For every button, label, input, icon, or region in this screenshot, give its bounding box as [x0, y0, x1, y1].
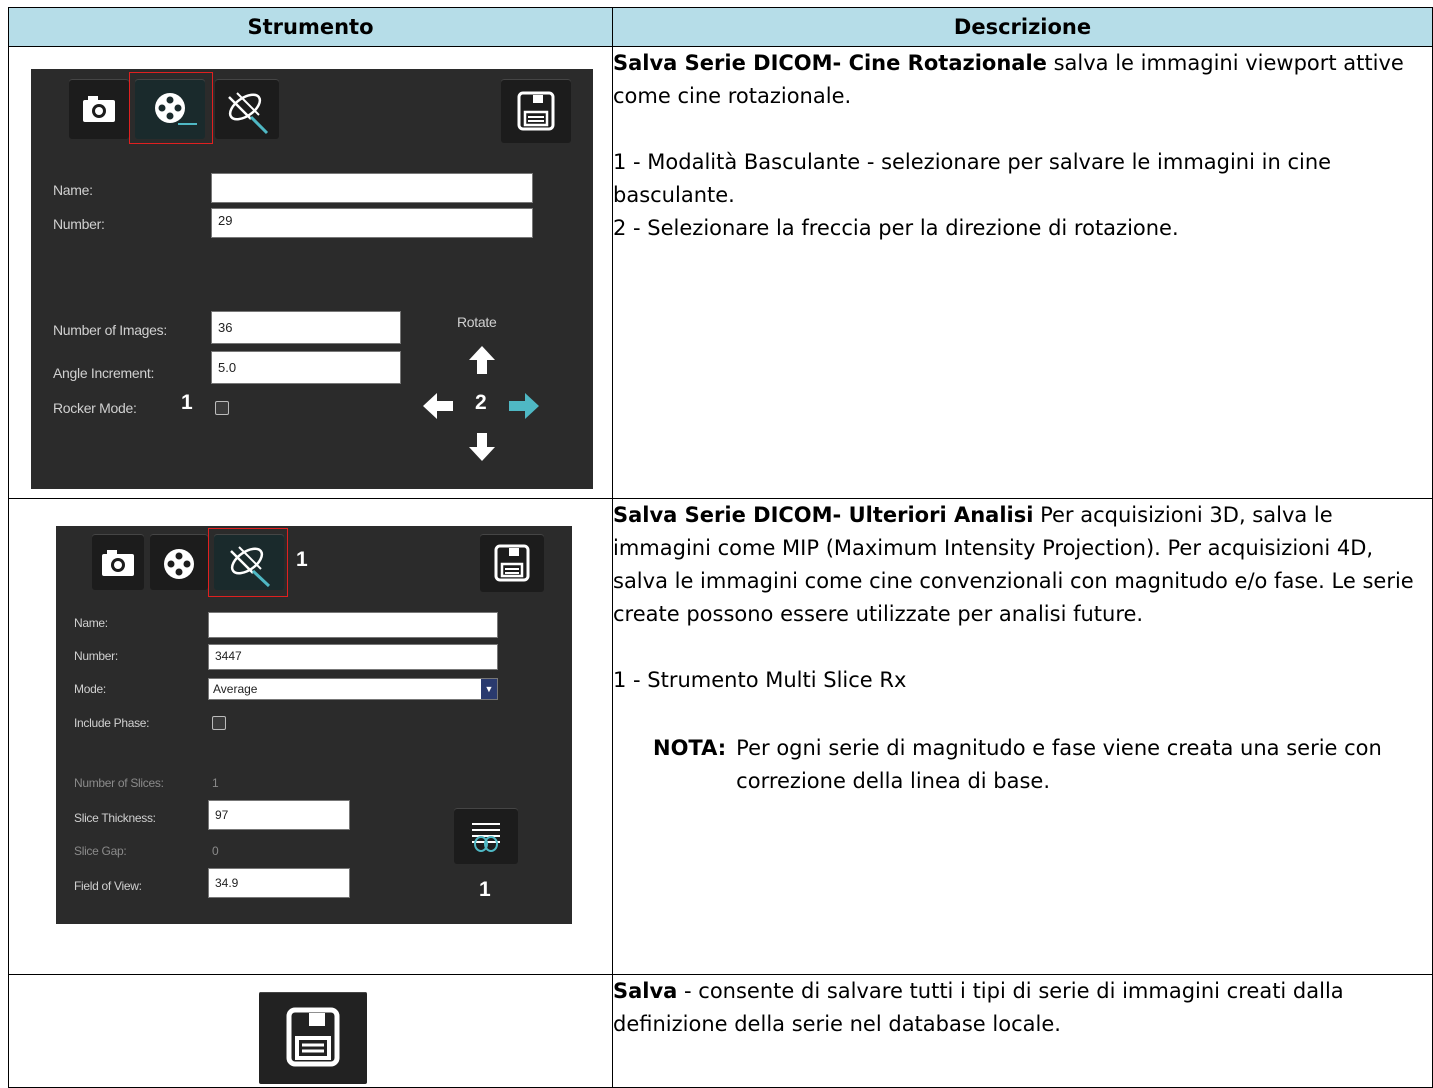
camera-icon: [83, 96, 115, 122]
rotational-cine-panel-cell: Name: Number: 29 Number of Images: 36 An…: [8, 46, 613, 499]
film-reel-icon: [164, 549, 194, 579]
number-label: Number:: [53, 216, 105, 232]
further-analysis-title: Salva Serie DICOM- Ulteriori Analisi: [613, 503, 1034, 527]
save-button[interactable]: [501, 79, 571, 143]
cine-tab-highlight: [129, 72, 213, 144]
rocker-mode-item: 1 - Modalità Basculante - selezionare pe…: [613, 150, 1332, 207]
number-field[interactable]: 3447: [208, 644, 498, 670]
slice-gap-value: 0: [212, 844, 219, 858]
camera-icon: [102, 550, 134, 576]
number-field[interactable]: 29: [211, 208, 533, 238]
number-of-slices-value: 1: [212, 776, 219, 790]
camera-tab-button[interactable]: [92, 534, 144, 590]
save-icon-cell: [8, 974, 613, 1088]
floppy-disk-icon: [286, 1007, 340, 1067]
analysis-tab-button[interactable]: [215, 79, 279, 139]
save-dicom-rotational-panel: Name: Number: 29 Number of Images: 36 An…: [31, 69, 593, 489]
header-tool: Strumento: [8, 7, 613, 47]
arrow-left-icon[interactable]: [421, 391, 455, 421]
name-field[interactable]: [208, 612, 498, 638]
mode-select[interactable]: Average ▼: [208, 678, 498, 700]
number-label: Number:: [74, 649, 118, 663]
save-title: Salva: [613, 979, 678, 1003]
rocker-mode-checkbox[interactable]: [215, 401, 229, 415]
note-label: NOTA:: [653, 736, 727, 760]
chevron-down-icon: ▼: [481, 679, 497, 699]
table-row: Salva - consente di salvare tutti i tipi…: [8, 974, 1433, 1088]
save-button[interactable]: [259, 992, 367, 1084]
field-of-view-label: Field of View:: [74, 879, 142, 893]
rotate-direction-item: 2 - Selezionare la freccia per la direzi…: [613, 216, 1179, 240]
multi-slice-analysis-icon: [228, 92, 269, 135]
save-intro: Salva - consente di salvare tutti i tipi…: [613, 979, 1344, 1036]
floppy-disk-icon: [517, 91, 555, 131]
multi-slice-rx-button[interactable]: [454, 808, 518, 864]
callout-top-1: 1: [296, 548, 308, 571]
number-of-images-field[interactable]: 36: [211, 311, 401, 344]
callout-1: 1: [181, 391, 193, 414]
number-of-slices-label: Number of Slices:: [74, 776, 164, 790]
name-label: Name:: [53, 182, 93, 198]
analysis-tab-highlight: [208, 528, 288, 597]
camera-tab-button[interactable]: [69, 79, 129, 139]
further-analysis-intro: Salva Serie DICOM- Ulteriori Analisi Per…: [613, 503, 1414, 626]
save-dicom-analysis-panel: 1 Name: Number: 3447 Mode: Average ▼ Incl…: [56, 526, 572, 924]
name-field[interactable]: [211, 173, 533, 203]
slice-thickness-label: Slice Thickness:: [74, 811, 156, 825]
cine-tab-button[interactable]: [150, 534, 208, 590]
header-description: Descrizione: [612, 7, 1433, 47]
slice-gap-label: Slice Gap:: [74, 844, 127, 858]
further-analysis-panel-cell: 1 Name: Number: 3447 Mode: Average ▼ Incl…: [8, 498, 613, 975]
note-block: NOTA: Per ogni serie di magnitudo e fase…: [653, 732, 1432, 798]
save-description: Salva - consente di salvare tutti i tipi…: [612, 974, 1433, 1088]
rotational-cine-title: Salva Serie DICOM- Cine Rotazionale: [613, 51, 1047, 75]
arrow-right-icon[interactable]: [507, 391, 541, 421]
rocker-mode-label: Rocker Mode:: [53, 400, 137, 416]
arrow-down-icon[interactable]: [467, 431, 497, 463]
callout-bottom-1: 1: [479, 878, 491, 901]
slice-thickness-field[interactable]: 97: [208, 800, 350, 830]
tools-table: Strumento Descrizione Name: Number: 29 N…: [8, 7, 1433, 1088]
floppy-disk-icon: [494, 544, 530, 582]
further-analysis-description: Salva Serie DICOM- Ulteriori Analisi Per…: [612, 498, 1433, 975]
number-of-images-label: Number of Images:: [53, 322, 167, 338]
mode-label: Mode:: [74, 682, 106, 696]
callout-2: 2: [475, 391, 487, 414]
include-phase-label: Include Phase:: [74, 716, 150, 730]
save-button[interactable]: [480, 534, 544, 592]
rotational-cine-intro: Salva Serie DICOM- Cine Rotazionale salv…: [613, 51, 1404, 108]
include-phase-checkbox[interactable]: [212, 716, 226, 730]
rotational-cine-description: Salva Serie DICOM- Cine Rotazionale salv…: [612, 46, 1433, 499]
angle-increment-label: Angle Increment:: [53, 365, 155, 381]
multi-slice-rx-item: 1 - Strumento Multi Slice Rx: [613, 668, 907, 692]
note-text: Per ogni serie di magnitudo e fase viene…: [736, 736, 1382, 793]
angle-increment-field[interactable]: 5.0: [211, 351, 401, 384]
rotate-label: Rotate: [457, 314, 497, 330]
arrow-up-icon[interactable]: [467, 344, 497, 376]
multi-slice-rx-icon: [472, 823, 500, 852]
field-of-view-field[interactable]: 34.9: [208, 868, 350, 898]
name-label: Name:: [74, 616, 108, 630]
table-row: 1 Name: Number: 3447 Mode: Average ▼ Incl…: [8, 498, 1433, 975]
table-row: Name: Number: 29 Number of Images: 36 An…: [8, 46, 1433, 499]
